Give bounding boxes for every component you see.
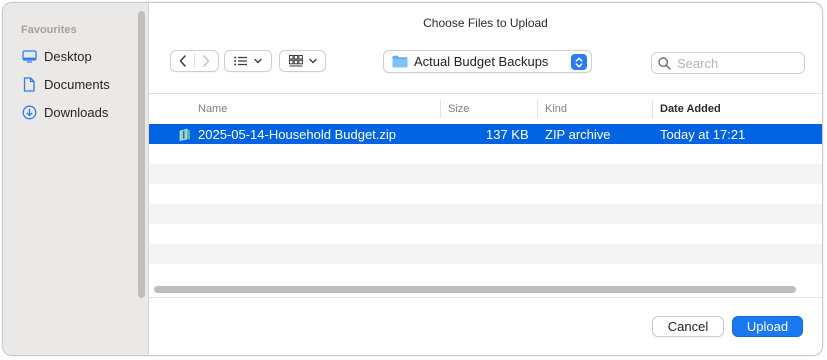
file-rows: 2025-05-14-Household Budget.zip 137 KB Z… bbox=[149, 124, 822, 284]
file-upload-dialog: Favourites Desktop Documents Downloads C… bbox=[2, 2, 823, 356]
location-label: Actual Budget Backups bbox=[414, 54, 549, 69]
sidebar-item-documents[interactable]: Documents bbox=[21, 73, 110, 95]
empty-row bbox=[149, 184, 822, 204]
empty-row bbox=[149, 164, 822, 184]
horizontal-scrollbar[interactable] bbox=[154, 286, 796, 293]
upload-button[interactable]: Upload bbox=[732, 316, 803, 337]
sidebar-item-label: Documents bbox=[44, 76, 110, 92]
empty-row bbox=[149, 204, 822, 224]
dialog-title: Choose Files to Upload bbox=[423, 16, 548, 30]
sidebar-item-desktop[interactable]: Desktop bbox=[21, 45, 92, 67]
column-header: Name Size Kind Date Added bbox=[149, 94, 822, 124]
chevron-down-icon bbox=[254, 58, 262, 64]
grid-icon bbox=[288, 55, 303, 67]
column-separator[interactable] bbox=[652, 100, 653, 118]
file-name: 2025-05-14-Household Budget.zip bbox=[198, 126, 397, 142]
empty-row bbox=[149, 244, 822, 264]
search-icon bbox=[658, 56, 671, 70]
location-stepper[interactable] bbox=[571, 54, 587, 70]
navigation-group bbox=[170, 50, 219, 72]
cancel-button[interactable]: Cancel bbox=[652, 316, 724, 337]
chevron-down-icon bbox=[308, 58, 317, 64]
main-panel: Choose Files to Upload Actual Budget Bac… bbox=[149, 3, 822, 355]
file-size: 137 KB bbox=[486, 126, 529, 142]
back-button[interactable] bbox=[171, 51, 194, 71]
location-popup[interactable]: Actual Budget Backups bbox=[383, 50, 592, 73]
column-name[interactable]: Name bbox=[198, 94, 227, 124]
document-icon bbox=[21, 76, 37, 92]
up-down-chevron-icon bbox=[575, 56, 583, 68]
chevron-right-icon bbox=[203, 55, 210, 67]
sidebar-header: Favourites bbox=[21, 24, 77, 36]
column-separator[interactable] bbox=[440, 100, 441, 118]
search-box[interactable] bbox=[651, 52, 805, 74]
empty-row bbox=[149, 224, 822, 244]
empty-row bbox=[149, 144, 822, 164]
sidebar-scrollbar[interactable] bbox=[138, 11, 145, 298]
sidebar-item-downloads[interactable]: Downloads bbox=[21, 101, 108, 123]
desktop-icon bbox=[21, 48, 37, 64]
column-date-added[interactable]: Date Added bbox=[660, 94, 721, 124]
column-size[interactable]: Size bbox=[448, 94, 469, 124]
folder-icon bbox=[392, 55, 408, 68]
sidebar-item-label: Desktop bbox=[44, 48, 92, 64]
file-date-added: Today at 17:21 bbox=[660, 126, 746, 142]
list-view-button[interactable] bbox=[224, 50, 272, 72]
column-separator[interactable] bbox=[537, 100, 538, 118]
zip-archive-icon bbox=[178, 124, 191, 144]
sidebar-item-label: Downloads bbox=[44, 104, 109, 120]
file-list: Name Size Kind Date Added 2025-05-14-Hou… bbox=[149, 93, 822, 298]
sidebar: Favourites Desktop Documents Downloads bbox=[3, 3, 149, 355]
download-icon bbox=[21, 104, 37, 120]
grid-view-button[interactable] bbox=[279, 50, 326, 72]
file-kind: ZIP archive bbox=[545, 126, 611, 142]
empty-row bbox=[149, 264, 822, 284]
search-input[interactable] bbox=[677, 55, 797, 71]
column-kind[interactable]: Kind bbox=[545, 94, 567, 124]
forward-button[interactable] bbox=[195, 51, 218, 71]
chevron-left-icon bbox=[179, 55, 186, 67]
table-row[interactable]: 2025-05-14-Household Budget.zip 137 KB Z… bbox=[149, 124, 822, 144]
list-icon bbox=[234, 56, 247, 66]
